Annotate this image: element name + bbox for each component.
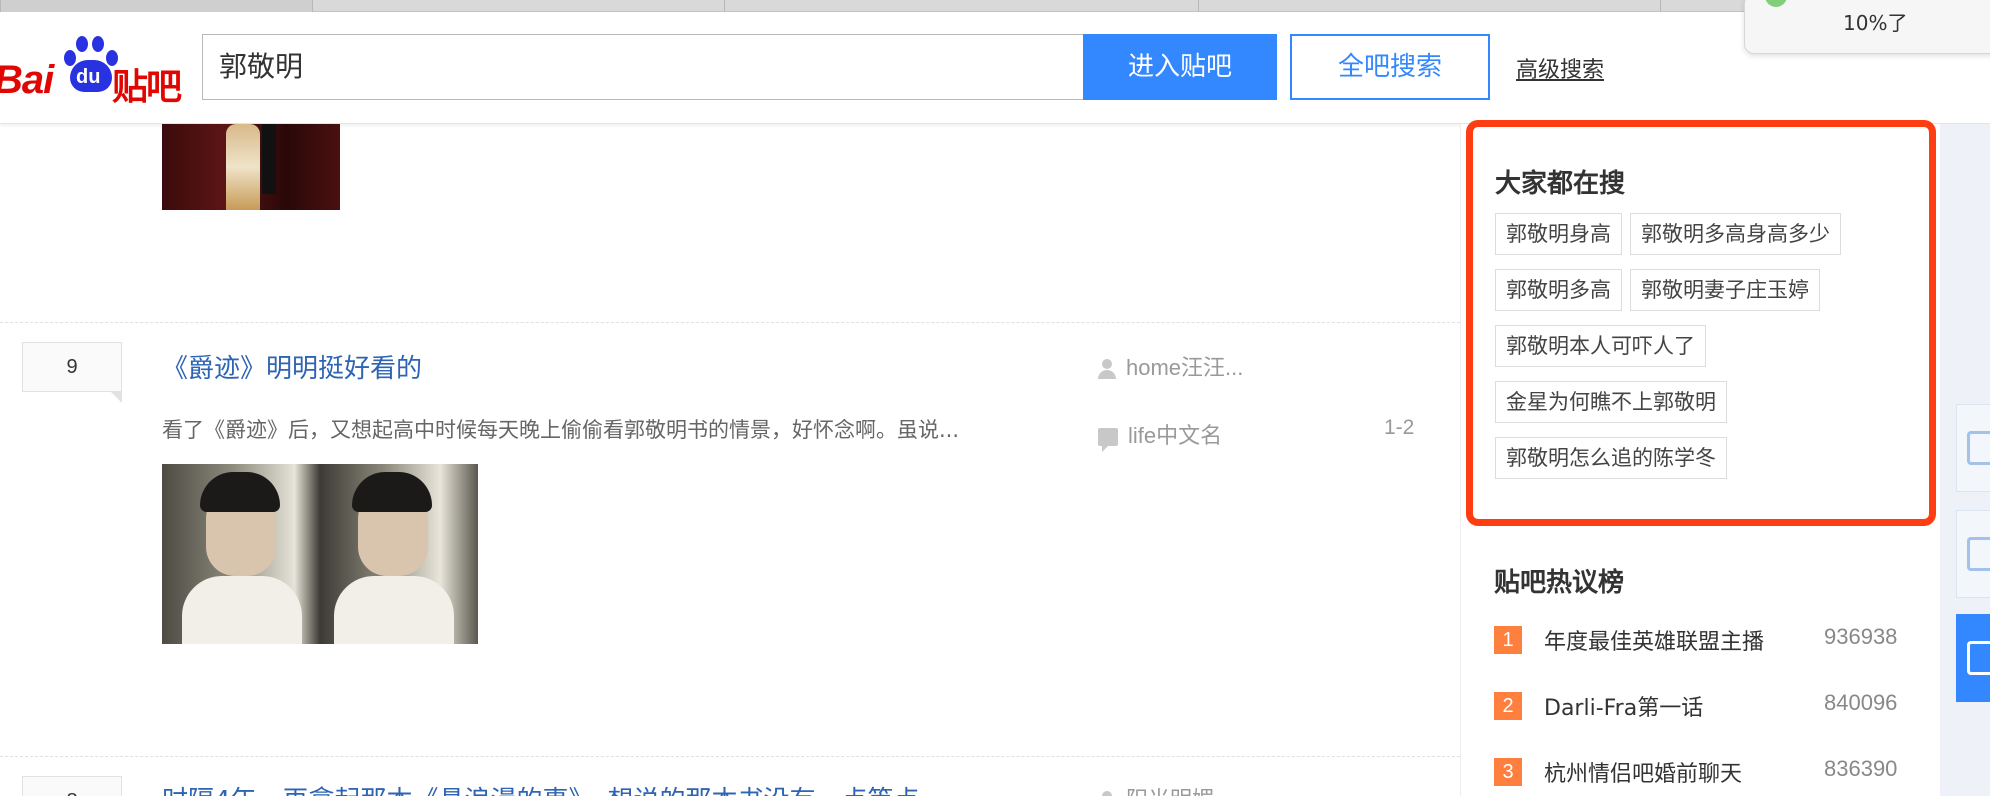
browser-tab[interactable] bbox=[724, 0, 1198, 12]
hot-topic-rank: 2 bbox=[1494, 692, 1522, 720]
hot-search-panel: 大家都在搜 郭敬明身高 郭敬明多高身高多少 郭敬明多高 郭敬明妻子庄玉婷 郭敬明本人… bbox=[1466, 120, 1936, 526]
hot-search-tag[interactable]: 郭敬明怎么追的陈学冬 bbox=[1495, 437, 1727, 479]
post-reply-count: 9 bbox=[22, 342, 122, 403]
toolbar-button[interactable] bbox=[1956, 404, 1990, 492]
site-header: Bai du 贴吧 郭敬明 进入贴吧 全吧搜索 高级搜索 bbox=[0, 12, 1990, 124]
browser-tab[interactable] bbox=[312, 0, 724, 12]
hot-topic-name[interactable]: Darli-Fra第一话 bbox=[1544, 690, 1703, 722]
baidu-tieba-logo[interactable]: Bai du 贴吧 bbox=[0, 32, 190, 108]
post-excerpt: 看了《爵迹》后，又想起高中时候每天晚上偷偷看郭敬明书的情景，好怀念啊。虽说... bbox=[162, 418, 960, 442]
post-author[interactable]: 阳光明媚 bbox=[1098, 782, 1214, 796]
user-icon bbox=[1098, 791, 1116, 796]
post-list: 9 《爵迹》明明挺好看的 home汪汪... 看了《爵迹》后，又想起高中时候每天… bbox=[0, 124, 1460, 796]
browser-tab[interactable] bbox=[1198, 0, 1660, 12]
browser-tab[interactable] bbox=[1660, 0, 1750, 12]
hot-topic-count: 840096 bbox=[1824, 690, 1898, 715]
logo-bai-text: Bai bbox=[0, 58, 54, 102]
hot-topic-item[interactable]: 3 杭州情侣吧婚前聊天 836390 bbox=[1494, 756, 1914, 788]
post-title-link[interactable]: 时隔4年，再拿起那本《悬浪漫的事》，想说的那本书没有一点等点 bbox=[162, 780, 920, 796]
toolbar-glyph-icon bbox=[1967, 537, 1990, 571]
logo-du-text: du bbox=[76, 66, 101, 88]
post-reply-count: 8 bbox=[22, 776, 122, 796]
post-author-name: home汪汪... bbox=[1126, 355, 1244, 380]
hot-topic-rank: 1 bbox=[1494, 626, 1522, 654]
hot-search-tag[interactable]: 郭敬明本人可吓人了 bbox=[1495, 325, 1706, 367]
post-author-name: 阳光明媚 bbox=[1126, 787, 1214, 796]
post-title-link[interactable]: 《爵迹》明明挺好看的 bbox=[162, 348, 422, 385]
post-thumbnail[interactable] bbox=[162, 124, 340, 210]
last-reply-user-name: life中文名 bbox=[1128, 423, 1223, 448]
hot-search-title: 大家都在搜 bbox=[1495, 169, 1626, 199]
hot-search-tag[interactable]: 郭敬明多高 bbox=[1495, 269, 1622, 311]
logo-tieba-text: 贴吧 bbox=[112, 67, 182, 108]
user-icon bbox=[1098, 359, 1116, 380]
hot-search-tag[interactable]: 金星为何瞧不上郭敬明 bbox=[1495, 381, 1727, 423]
advanced-search-link[interactable]: 高级搜索 bbox=[1516, 52, 1604, 84]
post-thumbnail[interactable] bbox=[162, 464, 478, 644]
hot-topic-item[interactable]: 1 年度最佳英雄联盟主播 936938 bbox=[1494, 624, 1914, 656]
hot-topic-rank: 3 bbox=[1494, 758, 1522, 786]
reply-icon bbox=[1098, 428, 1118, 453]
toolbar-glyph-icon bbox=[1967, 641, 1990, 675]
hot-topics-title: 贴吧热议榜 bbox=[1494, 568, 1625, 598]
search-all-button[interactable]: 全吧搜索 bbox=[1290, 34, 1490, 100]
notification-icon bbox=[1765, 0, 1787, 7]
notification-text: 10%了 bbox=[1843, 11, 1908, 35]
post-author[interactable]: home汪汪... bbox=[1098, 350, 1243, 382]
last-reply-user[interactable]: life中文名 bbox=[1098, 418, 1223, 453]
hot-topic-name[interactable]: 杭州情侣吧婚前聊天 bbox=[1544, 756, 1742, 788]
divider bbox=[0, 756, 1460, 757]
browser-tab-strip bbox=[0, 0, 1750, 12]
notification-popup[interactable]: 10%了 bbox=[1744, 0, 1990, 54]
enter-tieba-button[interactable]: 进入贴吧 bbox=[1083, 34, 1277, 100]
hot-search-tags: 郭敬明身高 郭敬明多高身高多少 郭敬明多高 郭敬明妻子庄玉婷 郭敬明本人可吓人了 金… bbox=[1495, 213, 1915, 493]
hot-search-tag[interactable]: 郭敬明妻子庄玉婷 bbox=[1630, 269, 1820, 311]
toolbar-glyph-icon bbox=[1967, 431, 1990, 465]
hot-topic-count: 836390 bbox=[1824, 756, 1898, 781]
hot-topic-name[interactable]: 年度最佳英雄联盟主播 bbox=[1544, 624, 1764, 656]
browser-tab[interactable] bbox=[0, 0, 312, 12]
search-input[interactable]: 郭敬明 bbox=[202, 34, 1084, 100]
toolbar-button-active[interactable] bbox=[1956, 614, 1990, 702]
toolbar-button[interactable] bbox=[1956, 510, 1990, 598]
hot-topic-item[interactable]: 2 Darli-Fra第一话 840096 bbox=[1494, 690, 1914, 722]
hot-topic-count: 936938 bbox=[1824, 624, 1898, 649]
paw-icon: du bbox=[64, 36, 118, 96]
hot-search-tag[interactable]: 郭敬明身高 bbox=[1495, 213, 1622, 255]
post-date: 1-2 bbox=[1384, 416, 1415, 439]
hot-search-tag[interactable]: 郭敬明多高身高多少 bbox=[1630, 213, 1841, 255]
divider bbox=[0, 322, 1460, 323]
